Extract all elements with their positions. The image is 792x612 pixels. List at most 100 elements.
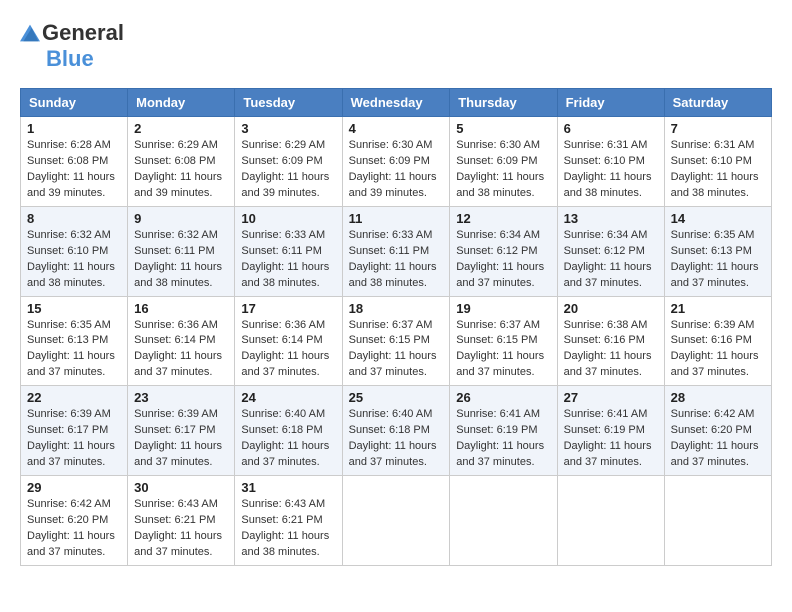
day-cell-24: 24 Sunrise: 6:40 AMSunset: 6:18 PMDaylig… — [235, 386, 342, 476]
day-info: Sunrise: 6:33 AMSunset: 6:11 PMDaylight:… — [241, 228, 335, 292]
day-number: 9 — [134, 211, 228, 226]
day-info: Sunrise: 6:30 AMSunset: 6:09 PMDaylight:… — [349, 138, 444, 202]
day-cell-30: 30 Sunrise: 6:43 AMSunset: 6:21 PMDaylig… — [128, 476, 235, 566]
day-cell-11: 11 Sunrise: 6:33 AMSunset: 6:11 PMDaylig… — [342, 206, 450, 296]
day-cell-26: 26 Sunrise: 6:41 AMSunset: 6:19 PMDaylig… — [450, 386, 557, 476]
day-info: Sunrise: 6:40 AMSunset: 6:18 PMDaylight:… — [349, 407, 444, 471]
day-number: 13 — [564, 211, 658, 226]
day-cell-16: 16 Sunrise: 6:36 AMSunset: 6:14 PMDaylig… — [128, 296, 235, 386]
weekday-header-row: SundayMondayTuesdayWednesdayThursdayFrid… — [21, 89, 772, 117]
day-number: 24 — [241, 390, 335, 405]
day-number: 21 — [671, 301, 765, 316]
day-info: Sunrise: 6:36 AMSunset: 6:14 PMDaylight:… — [134, 318, 228, 382]
day-number: 27 — [564, 390, 658, 405]
day-info: Sunrise: 6:32 AMSunset: 6:11 PMDaylight:… — [134, 228, 228, 292]
day-info: Sunrise: 6:37 AMSunset: 6:15 PMDaylight:… — [456, 318, 550, 382]
day-cell-25: 25 Sunrise: 6:40 AMSunset: 6:18 PMDaylig… — [342, 386, 450, 476]
day-info: Sunrise: 6:39 AMSunset: 6:17 PMDaylight:… — [27, 407, 121, 471]
week-row-3: 15 Sunrise: 6:35 AMSunset: 6:13 PMDaylig… — [21, 296, 772, 386]
day-info: Sunrise: 6:42 AMSunset: 6:20 PMDaylight:… — [671, 407, 765, 471]
day-cell-14: 14 Sunrise: 6:35 AMSunset: 6:13 PMDaylig… — [664, 206, 771, 296]
day-number: 8 — [27, 211, 121, 226]
day-cell-3: 3 Sunrise: 6:29 AMSunset: 6:09 PMDayligh… — [235, 117, 342, 207]
day-cell-23: 23 Sunrise: 6:39 AMSunset: 6:17 PMDaylig… — [128, 386, 235, 476]
empty-cell — [342, 476, 450, 566]
day-info: Sunrise: 6:35 AMSunset: 6:13 PMDaylight:… — [27, 318, 121, 382]
day-cell-19: 19 Sunrise: 6:37 AMSunset: 6:15 PMDaylig… — [450, 296, 557, 386]
day-info: Sunrise: 6:40 AMSunset: 6:18 PMDaylight:… — [241, 407, 335, 471]
day-info: Sunrise: 6:39 AMSunset: 6:16 PMDaylight:… — [671, 318, 765, 382]
day-cell-18: 18 Sunrise: 6:37 AMSunset: 6:15 PMDaylig… — [342, 296, 450, 386]
day-info: Sunrise: 6:29 AMSunset: 6:09 PMDaylight:… — [241, 138, 335, 202]
week-row-2: 8 Sunrise: 6:32 AMSunset: 6:10 PMDayligh… — [21, 206, 772, 296]
weekday-wednesday: Wednesday — [342, 89, 450, 117]
day-number: 4 — [349, 121, 444, 136]
day-info: Sunrise: 6:31 AMSunset: 6:10 PMDaylight:… — [671, 138, 765, 202]
day-number: 23 — [134, 390, 228, 405]
weekday-sunday: Sunday — [21, 89, 128, 117]
day-info: Sunrise: 6:42 AMSunset: 6:20 PMDaylight:… — [27, 497, 121, 561]
day-info: Sunrise: 6:43 AMSunset: 6:21 PMDaylight:… — [134, 497, 228, 561]
day-info: Sunrise: 6:30 AMSunset: 6:09 PMDaylight:… — [456, 138, 550, 202]
day-number: 12 — [456, 211, 550, 226]
day-number: 1 — [27, 121, 121, 136]
weekday-saturday: Saturday — [664, 89, 771, 117]
day-info: Sunrise: 6:34 AMSunset: 6:12 PMDaylight:… — [564, 228, 658, 292]
day-cell-6: 6 Sunrise: 6:31 AMSunset: 6:10 PMDayligh… — [557, 117, 664, 207]
day-number: 5 — [456, 121, 550, 136]
day-number: 22 — [27, 390, 121, 405]
day-number: 16 — [134, 301, 228, 316]
day-cell-9: 9 Sunrise: 6:32 AMSunset: 6:11 PMDayligh… — [128, 206, 235, 296]
day-number: 3 — [241, 121, 335, 136]
logo: General Blue — [20, 20, 124, 72]
day-info: Sunrise: 6:35 AMSunset: 6:13 PMDaylight:… — [671, 228, 765, 292]
day-number: 30 — [134, 480, 228, 495]
day-cell-28: 28 Sunrise: 6:42 AMSunset: 6:20 PMDaylig… — [664, 386, 771, 476]
day-info: Sunrise: 6:33 AMSunset: 6:11 PMDaylight:… — [349, 228, 444, 292]
day-cell-2: 2 Sunrise: 6:29 AMSunset: 6:08 PMDayligh… — [128, 117, 235, 207]
day-number: 7 — [671, 121, 765, 136]
day-number: 2 — [134, 121, 228, 136]
day-info: Sunrise: 6:41 AMSunset: 6:19 PMDaylight:… — [564, 407, 658, 471]
day-cell-8: 8 Sunrise: 6:32 AMSunset: 6:10 PMDayligh… — [21, 206, 128, 296]
day-info: Sunrise: 6:36 AMSunset: 6:14 PMDaylight:… — [241, 318, 335, 382]
weekday-tuesday: Tuesday — [235, 89, 342, 117]
day-cell-1: 1 Sunrise: 6:28 AMSunset: 6:08 PMDayligh… — [21, 117, 128, 207]
day-cell-15: 15 Sunrise: 6:35 AMSunset: 6:13 PMDaylig… — [21, 296, 128, 386]
day-number: 25 — [349, 390, 444, 405]
day-info: Sunrise: 6:34 AMSunset: 6:12 PMDaylight:… — [456, 228, 550, 292]
calendar-table: SundayMondayTuesdayWednesdayThursdayFrid… — [20, 88, 772, 566]
weekday-thursday: Thursday — [450, 89, 557, 117]
day-number: 31 — [241, 480, 335, 495]
day-cell-27: 27 Sunrise: 6:41 AMSunset: 6:19 PMDaylig… — [557, 386, 664, 476]
day-number: 6 — [564, 121, 658, 136]
day-number: 10 — [241, 211, 335, 226]
calendar-body: 1 Sunrise: 6:28 AMSunset: 6:08 PMDayligh… — [21, 117, 772, 566]
day-info: Sunrise: 6:37 AMSunset: 6:15 PMDaylight:… — [349, 318, 444, 382]
day-cell-17: 17 Sunrise: 6:36 AMSunset: 6:14 PMDaylig… — [235, 296, 342, 386]
day-cell-29: 29 Sunrise: 6:42 AMSunset: 6:20 PMDaylig… — [21, 476, 128, 566]
day-number: 11 — [349, 211, 444, 226]
day-number: 20 — [564, 301, 658, 316]
day-cell-5: 5 Sunrise: 6:30 AMSunset: 6:09 PMDayligh… — [450, 117, 557, 207]
day-number: 15 — [27, 301, 121, 316]
day-number: 17 — [241, 301, 335, 316]
day-cell-22: 22 Sunrise: 6:39 AMSunset: 6:17 PMDaylig… — [21, 386, 128, 476]
day-cell-20: 20 Sunrise: 6:38 AMSunset: 6:16 PMDaylig… — [557, 296, 664, 386]
day-info: Sunrise: 6:38 AMSunset: 6:16 PMDaylight:… — [564, 318, 658, 382]
day-info: Sunrise: 6:29 AMSunset: 6:08 PMDaylight:… — [134, 138, 228, 202]
day-number: 26 — [456, 390, 550, 405]
weekday-monday: Monday — [128, 89, 235, 117]
weekday-friday: Friday — [557, 89, 664, 117]
day-cell-7: 7 Sunrise: 6:31 AMSunset: 6:10 PMDayligh… — [664, 117, 771, 207]
day-cell-13: 13 Sunrise: 6:34 AMSunset: 6:12 PMDaylig… — [557, 206, 664, 296]
day-cell-31: 31 Sunrise: 6:43 AMSunset: 6:21 PMDaylig… — [235, 476, 342, 566]
day-info: Sunrise: 6:32 AMSunset: 6:10 PMDaylight:… — [27, 228, 121, 292]
day-info: Sunrise: 6:43 AMSunset: 6:21 PMDaylight:… — [241, 497, 335, 561]
logo-blue-text: Blue — [46, 46, 94, 72]
day-info: Sunrise: 6:31 AMSunset: 6:10 PMDaylight:… — [564, 138, 658, 202]
day-number: 18 — [349, 301, 444, 316]
logo-general-text: General — [42, 20, 124, 46]
empty-cell — [664, 476, 771, 566]
day-number: 14 — [671, 211, 765, 226]
